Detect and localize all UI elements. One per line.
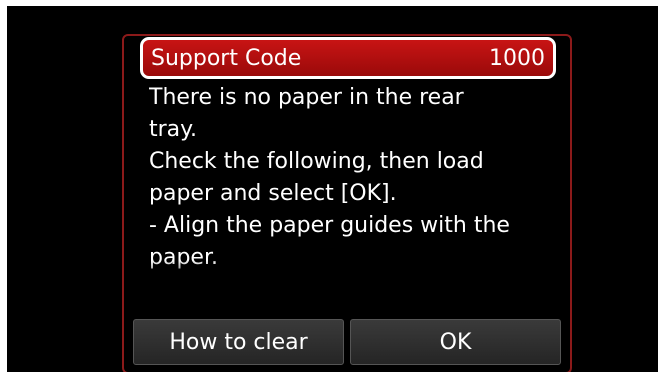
printer-lcd-screen: Support Code 1000 There is no paper in t… [7, 6, 658, 372]
how-to-clear-button[interactable]: How to clear [133, 319, 344, 365]
message-line: Check the following, then load [149, 149, 484, 174]
scroll-fade [149, 260, 549, 282]
message-line: There is no paper in the rear [149, 85, 464, 110]
error-message[interactable]: There is no paper in the rear tray. Chec… [149, 82, 549, 282]
support-code-header: Support Code 1000 [140, 37, 556, 79]
ok-button[interactable]: OK [350, 319, 561, 365]
message-line: - Align the paper guides with the [149, 213, 510, 238]
message-line: paper and select [OK]. [149, 181, 397, 206]
support-code-value: 1000 [489, 45, 545, 71]
message-line: tray. [149, 117, 198, 142]
support-code-label: Support Code [151, 45, 302, 71]
error-dialog: Support Code 1000 There is no paper in t… [122, 34, 572, 372]
